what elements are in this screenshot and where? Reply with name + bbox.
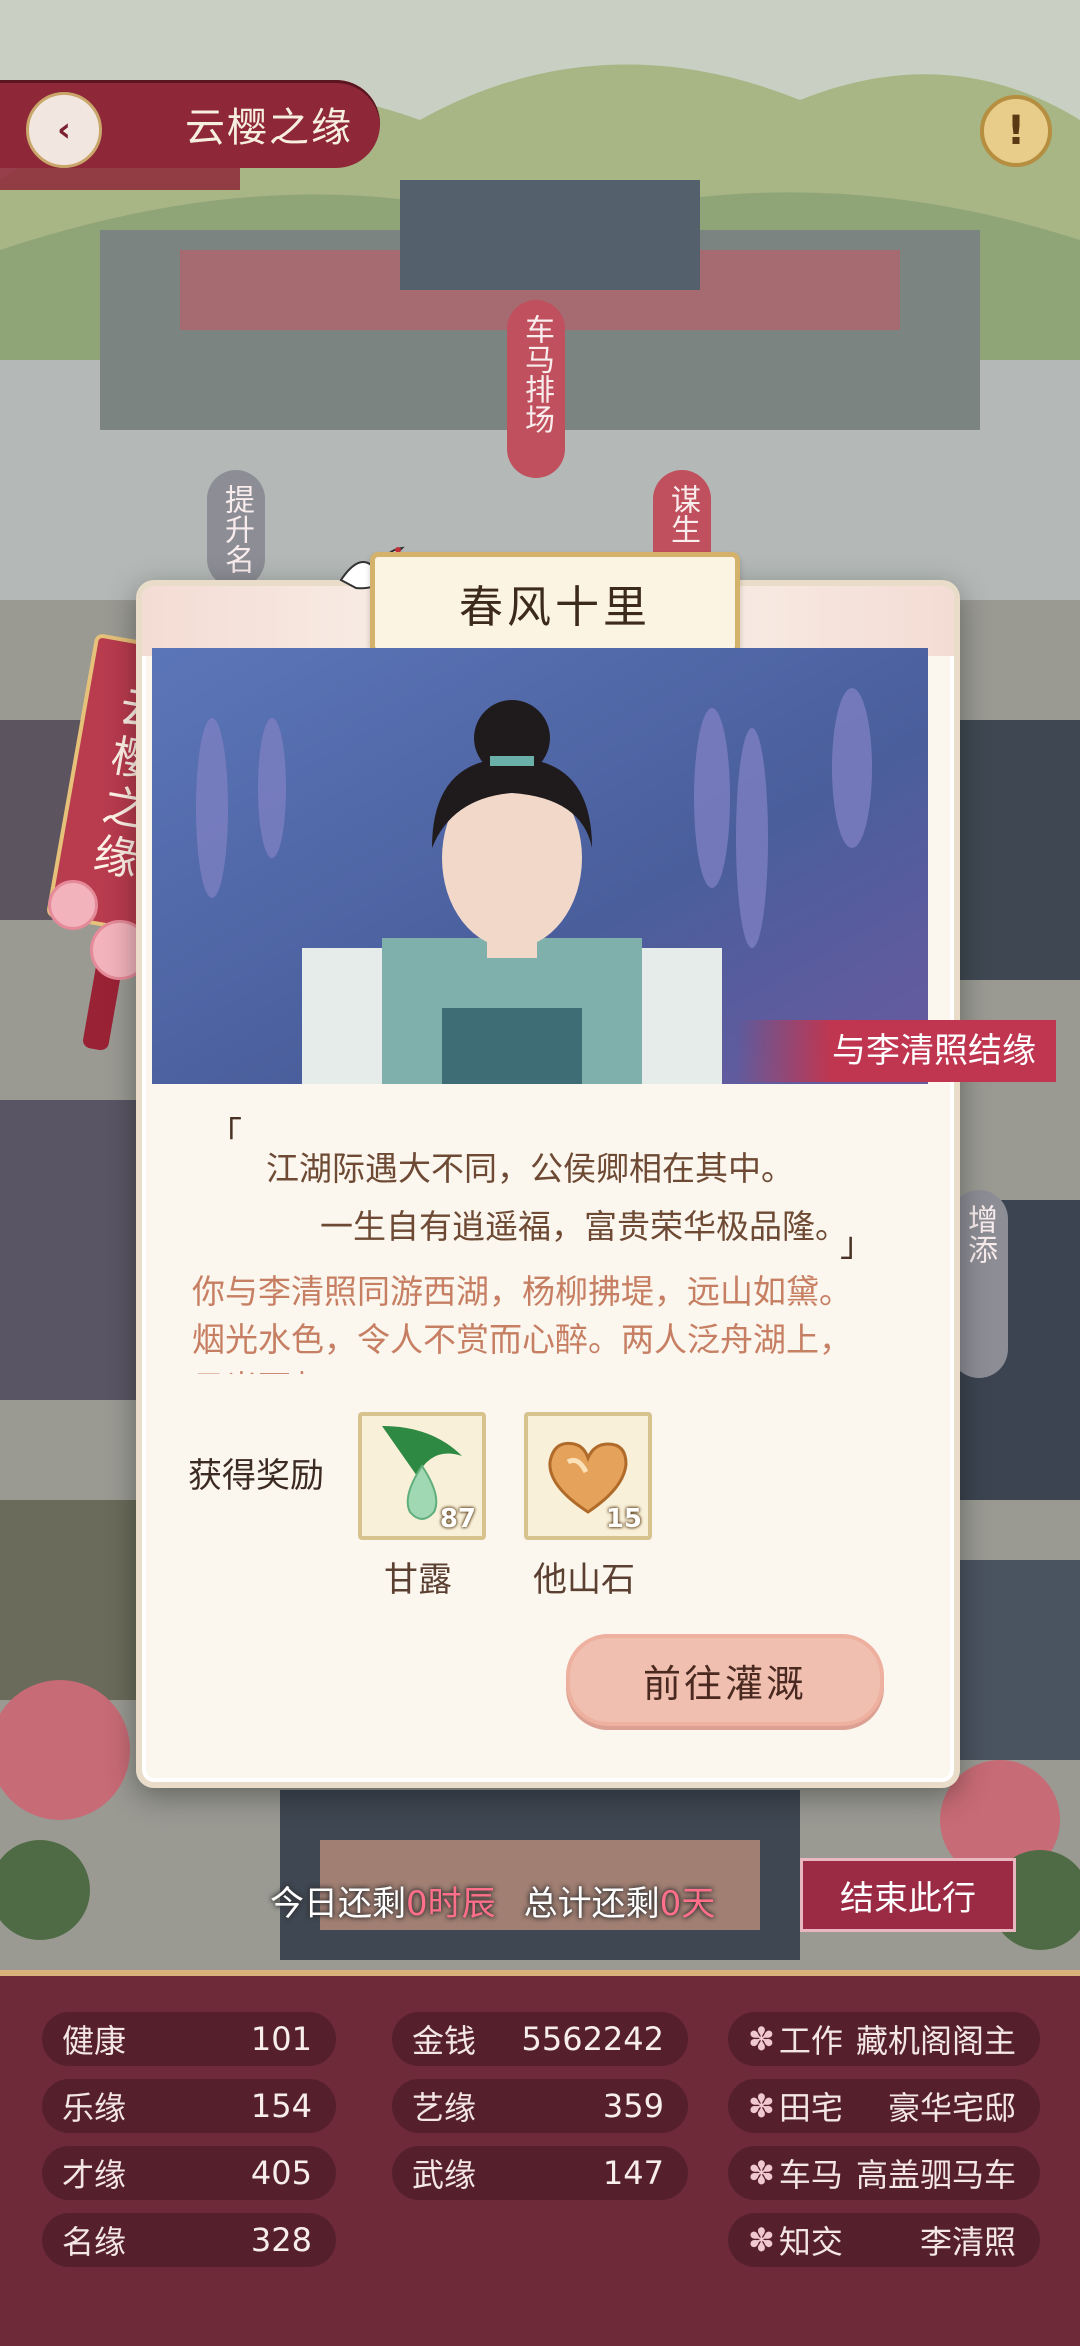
blossom-icon: ✽ [748, 2020, 775, 2058]
stat-value: 101 [250, 2020, 312, 2058]
stat-value: 359 [602, 2087, 664, 2125]
story-text[interactable]: 你与李清照同游西湖，杨柳拂堤，远山如黛。烟光水色，令人不赏而心醉。两人泛舟湖上，… [192, 1268, 882, 1374]
stat-wuyuan: 武缘 147 [392, 2146, 688, 2200]
stat-value: 154 [250, 2087, 312, 2125]
stat-friend[interactable]: ✽ 知交 李清照 [728, 2213, 1040, 2267]
map-tag-tisheng[interactable]: 提升名 [207, 470, 265, 588]
stat-label: 健康 [62, 2022, 127, 2060]
character-portrait [152, 648, 928, 1084]
stat-leyuan: 乐缘 154 [42, 2079, 336, 2133]
poem-close-bracket: 」 [840, 1225, 874, 1265]
stat-value: 豪华宅邸 [887, 2089, 1016, 2127]
remaining-time: 今日还剩 0时辰 总计还剩 0天 [270, 1870, 715, 1930]
stat-value: 藏机阁阁主 [855, 2022, 1016, 2060]
go-irrigate-button[interactable]: 前往灌溉 [566, 1634, 884, 1726]
stat-carriage[interactable]: ✽ 车马 高盖驷马车 [728, 2146, 1040, 2200]
today-value: 0时辰 [406, 1883, 496, 1924]
stat-label: 车马 [778, 2156, 843, 2194]
end-trip-button[interactable]: 结束此行 [800, 1858, 1016, 1932]
info-button[interactable]: ! [980, 95, 1052, 167]
reward-count: 15 [605, 1504, 642, 1534]
reward-label: 获得奖励 [188, 1456, 324, 1496]
blossom-icon: ✽ [748, 2221, 775, 2259]
stat-value: 5562242 [521, 2020, 664, 2058]
poem-line-2: 一生自有逍遥福，富贵荣华极品隆。 [320, 1207, 848, 1246]
chevron-left-icon: ‹ [56, 110, 71, 150]
stat-money: 金钱 5562242 [392, 2012, 688, 2066]
stats-panel: 健康 101 乐缘 154 才缘 405 名缘 328 金钱 5562242 艺缘 359 … [0, 1970, 1080, 2346]
page-title: 云樱之缘 [185, 105, 353, 151]
stat-health: 健康 101 [42, 2012, 336, 2066]
bond-caption: 与李清照结缘 [736, 1020, 1056, 1082]
stat-value: 高盖驷马车 [855, 2156, 1016, 2194]
stat-label: 工作 [778, 2022, 843, 2060]
stat-label: 武缘 [412, 2156, 477, 2194]
stat-label: 金钱 [412, 2022, 477, 2060]
stat-value: 李清照 [919, 2223, 1016, 2261]
exclamation-icon: ! [1006, 108, 1026, 154]
dialog-title: 春风十里 [370, 552, 740, 654]
stat-estate[interactable]: ✽ 田宅 豪华宅邸 [728, 2079, 1040, 2133]
stat-label: 艺缘 [412, 2089, 477, 2127]
reward-count: 87 [439, 1504, 476, 1534]
stat-yiyuan: 艺缘 359 [392, 2079, 688, 2133]
stat-mingyuan: 名缘 328 [42, 2213, 336, 2267]
blossom-icon: ✽ [748, 2087, 775, 2125]
reward-name: 他山石 [533, 1560, 635, 1600]
stat-value: 328 [250, 2221, 312, 2259]
map-tag-chema[interactable]: 车马排场 [507, 300, 565, 478]
total-value: 0天 [659, 1883, 716, 1924]
total-label: 总计还剩 [523, 1883, 660, 1924]
stat-value: 405 [250, 2154, 312, 2192]
reward-name: 甘露 [384, 1560, 452, 1600]
reward-item-ganlu[interactable]: 87 [358, 1412, 486, 1540]
poem-open-bracket: 「 [208, 1115, 242, 1155]
stat-label: 知交 [778, 2223, 843, 2261]
poem-line-1: 江湖际遇大不同，公侯卿相在其中。 [266, 1149, 794, 1188]
stat-label: 名缘 [62, 2223, 127, 2261]
today-label: 今日还剩 [270, 1883, 406, 1924]
stat-caiyuan: 才缘 405 [42, 2146, 336, 2200]
stat-job[interactable]: ✽ 工作 藏机阁阁主 [728, 2012, 1040, 2066]
stat-label: 才缘 [62, 2156, 127, 2194]
back-button[interactable]: ‹ [26, 92, 102, 168]
stat-label: 田宅 [778, 2089, 843, 2127]
reward-item-tashanshi[interactable]: 15 [524, 1412, 652, 1540]
blossom-icon: ✽ [748, 2154, 775, 2192]
cherry-blossom-icon [48, 880, 98, 930]
stat-value: 147 [602, 2154, 664, 2192]
stat-label: 乐缘 [62, 2089, 127, 2127]
